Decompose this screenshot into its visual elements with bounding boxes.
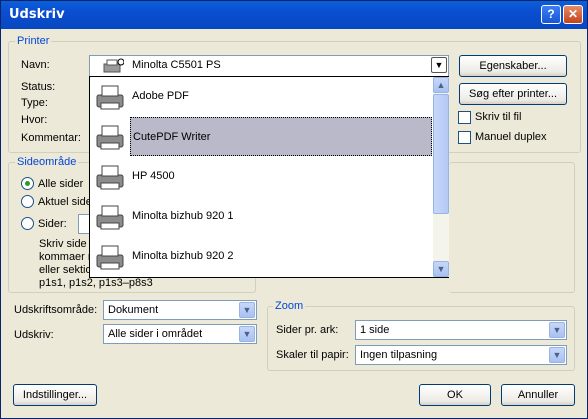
current-page-radio[interactable] bbox=[21, 195, 34, 208]
chevron-down-icon[interactable]: ▼ bbox=[431, 57, 447, 73]
type-label: Type: bbox=[21, 97, 48, 109]
page-range-help-line4: p1s1, p1s2, p1s3–p8s3 bbox=[39, 277, 153, 289]
printer-list-item-label: Minolta bizhub 920 2 bbox=[132, 250, 234, 262]
pages-per-sheet-value: 1 side bbox=[360, 324, 390, 336]
close-button[interactable]: ✕ bbox=[563, 5, 583, 24]
cancel-button[interactable]: Annuller bbox=[501, 384, 575, 406]
printer-list-item[interactable]: Minolta bizhub 920 1 bbox=[90, 197, 432, 236]
scale-label: Skaler til papir: bbox=[276, 349, 349, 361]
printer-list-item-label: HP 4500 bbox=[132, 170, 175, 182]
copies-group bbox=[449, 162, 575, 293]
print-what-value: Dokument bbox=[108, 304, 159, 316]
printer-icon bbox=[96, 125, 124, 150]
chevron-down-icon[interactable]: ▼ bbox=[239, 302, 255, 318]
scale-combo[interactable]: Ingen tilpasning ▼ bbox=[355, 345, 567, 365]
scrollbar-thumb[interactable] bbox=[433, 94, 449, 214]
printer-icon bbox=[96, 245, 124, 270]
comment-label: Kommentar: bbox=[21, 132, 81, 144]
print-value: Alle sider i området bbox=[108, 328, 203, 340]
all-pages-radio[interactable] bbox=[21, 177, 34, 190]
pages-per-sheet-label: Sider pr. ark: bbox=[276, 324, 339, 336]
all-pages-label[interactable]: Alle sider bbox=[38, 178, 83, 190]
ok-button[interactable]: OK bbox=[419, 384, 491, 406]
printer-list-item-label: Adobe PDF bbox=[132, 90, 189, 102]
printer-icon bbox=[96, 85, 124, 110]
chevron-down-icon[interactable]: ▼ bbox=[549, 347, 565, 363]
page-range-group-label: Sideområde bbox=[15, 156, 79, 168]
zoom-group-label: Zoom bbox=[273, 300, 306, 312]
print-to-file-checkbox[interactable] bbox=[458, 111, 471, 124]
printer-name-value: Minolta C5501 PS bbox=[132, 59, 221, 71]
scroll-up-icon[interactable]: ▲ bbox=[433, 77, 449, 93]
pages-label[interactable]: Sider: bbox=[38, 218, 67, 230]
printer-list-item[interactable]: CutePDF Writer bbox=[96, 117, 432, 156]
manual-duplex-checkbox[interactable] bbox=[458, 131, 471, 144]
printer-dropdown-list[interactable]: Adobe PDF CutePDF Writer HP 4500 Minolta bi… bbox=[89, 76, 449, 278]
pages-per-sheet-combo[interactable]: 1 side ▼ bbox=[355, 320, 567, 340]
print-to-file-label[interactable]: Skriv til fil bbox=[475, 111, 521, 123]
options-button[interactable]: Indstillinger... bbox=[13, 384, 97, 406]
print-dialog: Udskriv ? ✕ Printer Navn: Status: Type: … bbox=[0, 0, 588, 419]
status-label: Status: bbox=[21, 81, 56, 93]
manual-duplex-label[interactable]: Manuel duplex bbox=[475, 131, 547, 143]
scale-value: Ingen tilpasning bbox=[360, 349, 438, 361]
printer-list-item-label: Minolta bizhub 920 1 bbox=[132, 210, 234, 222]
printer-name-combo[interactable]: Minolta C5501 PS ▼ bbox=[89, 55, 449, 77]
printer-icon bbox=[103, 58, 124, 73]
title-bar: Udskriv ? ✕ bbox=[1, 1, 587, 29]
properties-button[interactable]: Egenskaber... bbox=[459, 55, 567, 77]
page-range-help-line3: eller sektio bbox=[39, 264, 92, 276]
print-what-combo[interactable]: Dokument ▼ bbox=[103, 300, 257, 320]
page-range-help-line1: Skriv side bbox=[39, 238, 87, 250]
chevron-down-icon[interactable]: ▼ bbox=[239, 326, 255, 342]
find-printer-button[interactable]: Søg efter printer... bbox=[459, 83, 567, 105]
name-label: Navn: bbox=[21, 59, 50, 71]
scroll-down-icon[interactable]: ▼ bbox=[433, 261, 449, 277]
pages-radio[interactable] bbox=[21, 217, 34, 230]
printer-icon bbox=[96, 165, 124, 190]
printer-list-item[interactable]: Minolta bizhub 920 2 bbox=[90, 237, 432, 276]
printer-list-item[interactable]: Adobe PDF bbox=[90, 77, 432, 116]
current-page-label[interactable]: Aktuel side bbox=[38, 196, 92, 208]
printer-group-label: Printer bbox=[15, 35, 52, 47]
print-label: Udskriv: bbox=[14, 329, 54, 341]
print-combo[interactable]: Alle sider i området ▼ bbox=[103, 324, 257, 344]
chevron-down-icon[interactable]: ▼ bbox=[549, 322, 565, 338]
printer-list-item[interactable]: HP 4500 bbox=[90, 157, 432, 196]
window-title: Udskriv bbox=[9, 7, 65, 22]
where-label: Hvor: bbox=[21, 114, 48, 126]
dropdown-scrollbar[interactable]: ▲ ▼ bbox=[433, 77, 449, 277]
help-button[interactable]: ? bbox=[541, 5, 561, 24]
print-what-label: Udskriftsområde: bbox=[14, 304, 98, 316]
printer-icon bbox=[96, 205, 124, 230]
printer-list-item-label: CutePDF Writer bbox=[130, 117, 432, 156]
